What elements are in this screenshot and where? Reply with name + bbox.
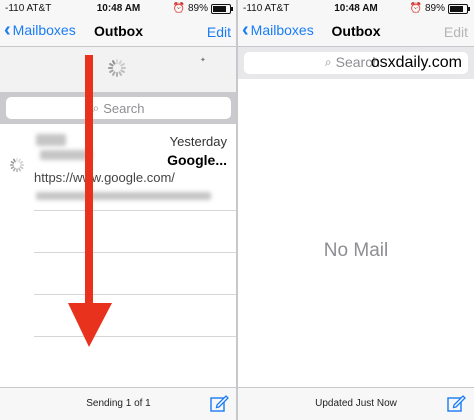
search-icon: ⌕ [324, 54, 332, 69]
battery-percent: 89% [424, 3, 445, 14]
back-button-label: Mailboxes [12, 22, 76, 38]
alarm-icon: ⏰ [409, 3, 422, 14]
spinner-tick [16, 168, 18, 173]
alarm-icon: ⏰ [172, 3, 185, 14]
watermark-text: osxdaily.com [370, 54, 462, 71]
battery-percent: 89% [187, 3, 208, 14]
back-button[interactable]: ‹ Mailboxes [4, 19, 76, 41]
updated-status: Updated Just Now [315, 398, 397, 409]
empty-state-text: No Mail [323, 240, 389, 261]
sparkle-icon: ✦ [200, 57, 206, 64]
spinner-tick [9, 164, 14, 166]
sending-status: Sending 1 of 1 [86, 398, 151, 409]
edit-button[interactable]: Edit [207, 24, 231, 40]
navigation-bar: ‹ Mailboxes Outbox Edit [238, 18, 474, 47]
status-right: ⏰ 89% [409, 3, 470, 14]
chevron-left-icon: ‹ [242, 19, 249, 41]
battery-icon [448, 3, 470, 14]
battery-icon [211, 3, 233, 14]
message-subject: Google... [167, 152, 227, 168]
right-phone-screen: -110 AT&T 10:48 AM ⏰ 89% ‹ Mailboxes Out… [238, 0, 474, 420]
chevron-left-icon: ‹ [4, 19, 11, 41]
status-right: ⏰ 89% [172, 3, 233, 14]
search-bar: ⌕ Search osxdaily.com [238, 47, 474, 79]
sending-spinner-icon [9, 157, 25, 173]
edit-button[interactable]: Edit [444, 24, 468, 40]
back-button[interactable]: ‹ Mailboxes [242, 19, 314, 41]
navigation-bar: ‹ Mailboxes Outbox Edit [0, 18, 237, 47]
status-bar: -110 AT&T 10:48 AM ⏰ 89% [0, 0, 237, 18]
bottom-toolbar: Sending 1 of 1 [0, 387, 237, 420]
status-bar: -110 AT&T 10:48 AM ⏰ 89% [238, 0, 474, 18]
message-date: Yesterday [169, 134, 227, 149]
bottom-toolbar: Updated Just Now [238, 387, 474, 420]
compose-icon[interactable] [446, 393, 466, 413]
back-button-label: Mailboxes [250, 22, 314, 38]
pull-down-arrow-icon [68, 55, 112, 347]
compose-icon[interactable] [209, 393, 229, 413]
left-phone-screen: -110 AT&T 10:48 AM ⏰ 89% ‹ Mailboxes Out… [0, 0, 237, 420]
search-input[interactable]: ⌕ Search osxdaily.com [244, 52, 468, 74]
